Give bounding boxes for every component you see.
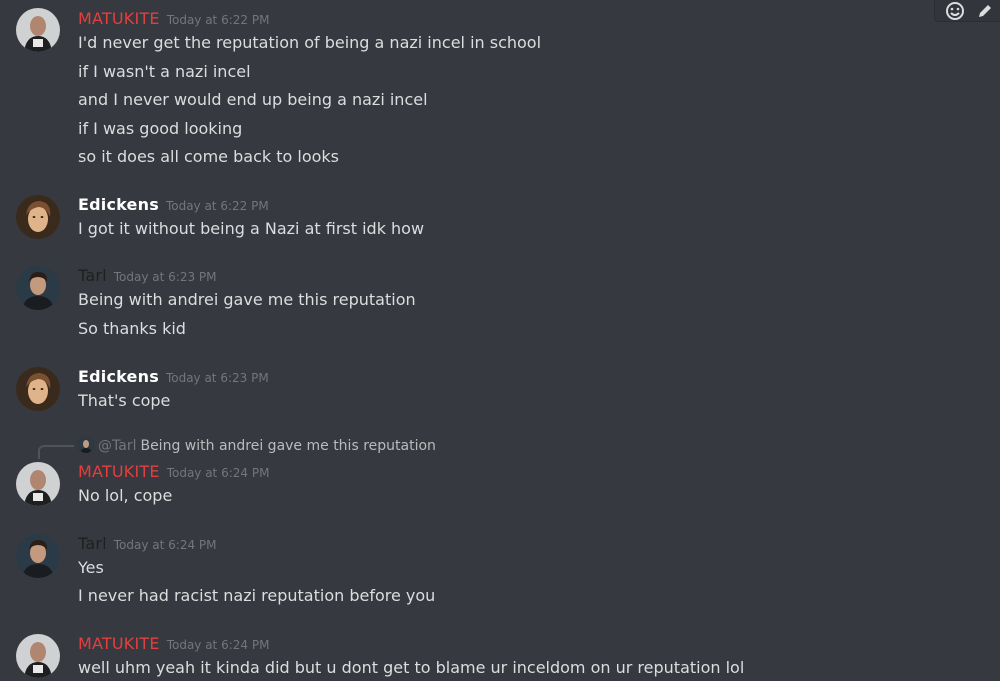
edit-icon[interactable]: [970, 0, 1000, 22]
reply-mention[interactable]: @Tarl: [98, 438, 136, 454]
chat-message-list: MATUKITE Today at 6:22 PM I'd never get t…: [0, 0, 1000, 681]
avatar[interactable]: [16, 634, 60, 678]
message-text: I never had racist nazi reputation befor…: [78, 586, 436, 605]
message-text: So thanks kid: [78, 319, 186, 338]
username[interactable]: MATUKITE: [78, 9, 160, 28]
username[interactable]: MATUKITE: [78, 634, 160, 653]
timestamp: Today at 6:23 PM: [113, 270, 217, 284]
message-text: Yes: [78, 558, 104, 577]
message-text: I'd never get the reputation of being a …: [78, 33, 542, 52]
message-toolbar: [934, 0, 1000, 22]
timestamp: Today at 6:22 PM: [165, 199, 269, 213]
reply-text: Being with andrei gave me this reputatio…: [140, 438, 436, 454]
timestamp: Today at 6:23 PM: [165, 371, 269, 385]
username[interactable]: Edickens: [78, 195, 159, 214]
timestamp: Today at 6:24 PM: [166, 638, 270, 652]
reply-connector: [38, 445, 74, 459]
avatar[interactable]: [16, 266, 60, 310]
message-text: Being with andrei gave me this reputatio…: [78, 290, 416, 309]
reply-avatar: [78, 437, 94, 453]
avatar[interactable]: [16, 367, 60, 411]
message-text: and I never would end up being a nazi in…: [78, 90, 428, 109]
avatar[interactable]: [16, 8, 60, 52]
username[interactable]: MATUKITE: [78, 462, 160, 481]
username[interactable]: Edickens: [78, 367, 159, 386]
avatar[interactable]: [16, 195, 60, 239]
timestamp: Today at 6:24 PM: [166, 466, 270, 480]
message-text: if I was good looking: [78, 119, 243, 138]
reply-preview[interactable]: @Tarl Being with andrei gave me this repu…: [78, 436, 436, 456]
message-text: I got it without being a Nazi at first i…: [78, 219, 425, 238]
username[interactable]: Tarl: [78, 534, 107, 553]
timestamp: Today at 6:24 PM: [113, 538, 217, 552]
message-text: That's cope: [78, 391, 171, 410]
avatar[interactable]: [16, 462, 60, 506]
message-text: No lol, cope: [78, 486, 173, 505]
message-text: well uhm yeah it kinda did but u dont ge…: [78, 658, 745, 677]
avatar[interactable]: [16, 534, 60, 578]
message-text: if I wasn't a nazi incel: [78, 62, 251, 81]
add-reaction-icon[interactable]: [940, 0, 970, 22]
timestamp: Today at 6:22 PM: [166, 13, 270, 27]
username[interactable]: Tarl: [78, 266, 107, 285]
message-text: so it does all come back to looks: [78, 147, 339, 166]
